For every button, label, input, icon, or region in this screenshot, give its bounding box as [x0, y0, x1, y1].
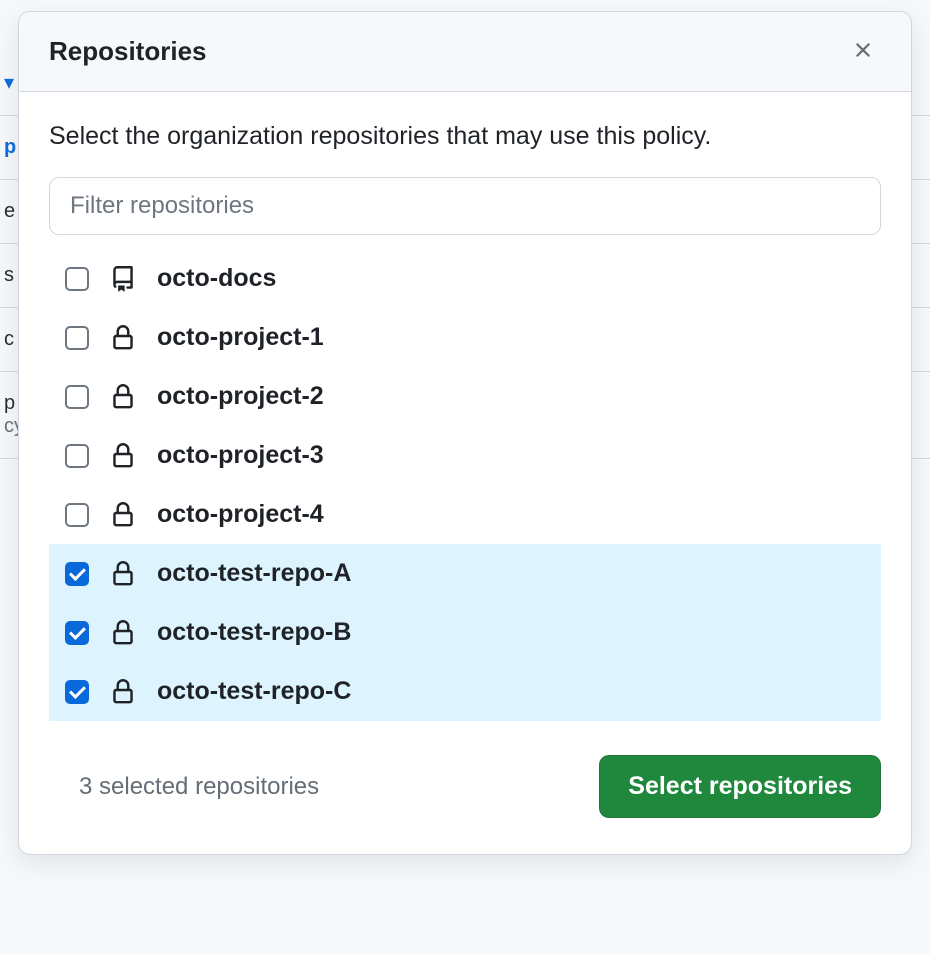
modal-header: Repositories: [19, 12, 911, 92]
repository-checkbox[interactable]: [65, 503, 89, 527]
repository-checkbox[interactable]: [65, 680, 89, 704]
repository-item[interactable]: octo-test-repo-A: [49, 544, 881, 603]
repository-checkbox[interactable]: [65, 385, 89, 409]
repository-item[interactable]: octo-test-repo-C: [49, 662, 881, 721]
repository-item[interactable]: octo-project-3: [49, 426, 881, 485]
repository-name: octo-test-repo-A: [157, 559, 351, 588]
modal-description: Select the organization repositories tha…: [49, 122, 881, 151]
repository-checkbox[interactable]: [65, 621, 89, 645]
repository-checkbox[interactable]: [65, 444, 89, 468]
repositories-modal: Repositories Select the organization rep…: [18, 11, 912, 855]
lock-icon: [109, 383, 137, 411]
repository-item[interactable]: octo-project-4: [49, 485, 881, 544]
repository-item[interactable]: octo-docs: [49, 249, 881, 308]
lock-icon: [109, 619, 137, 647]
lock-icon: [109, 560, 137, 588]
repository-item[interactable]: octo-test-repo-B: [49, 603, 881, 662]
repository-name: octo-project-2: [157, 382, 324, 411]
modal-title: Repositories: [49, 36, 207, 67]
repository-checkbox[interactable]: [65, 267, 89, 291]
lock-icon: [109, 442, 137, 470]
repository-item[interactable]: octo-project-1: [49, 308, 881, 367]
select-repositories-button[interactable]: Select repositories: [599, 755, 881, 818]
lock-icon: [109, 678, 137, 706]
repository-name: octo-project-3: [157, 441, 324, 470]
lock-icon: [109, 501, 137, 529]
repository-checkbox[interactable]: [65, 562, 89, 586]
modal-footer: 3 selected repositories Select repositor…: [19, 731, 911, 854]
repo-icon: [109, 265, 137, 293]
repository-item[interactable]: octo-project-2: [49, 367, 881, 426]
modal-body: Select the organization repositories tha…: [19, 92, 911, 731]
repository-name: octo-test-repo-B: [157, 618, 351, 647]
repository-name: octo-project-1: [157, 323, 324, 352]
modal-overlay: Repositories Select the organization rep…: [0, 0, 930, 954]
selected-count-label: 3 selected repositories: [49, 773, 319, 801]
repository-name: octo-project-4: [157, 500, 324, 529]
lock-icon: [109, 324, 137, 352]
close-icon: [851, 38, 875, 65]
filter-repositories-input[interactable]: [49, 177, 881, 235]
repository-name: octo-docs: [157, 264, 276, 293]
close-button[interactable]: [845, 32, 881, 71]
repository-list: octo-docs octo-project-1 octo-project-2 oct…: [49, 249, 881, 721]
repository-checkbox[interactable]: [65, 326, 89, 350]
repository-name: octo-test-repo-C: [157, 677, 351, 706]
